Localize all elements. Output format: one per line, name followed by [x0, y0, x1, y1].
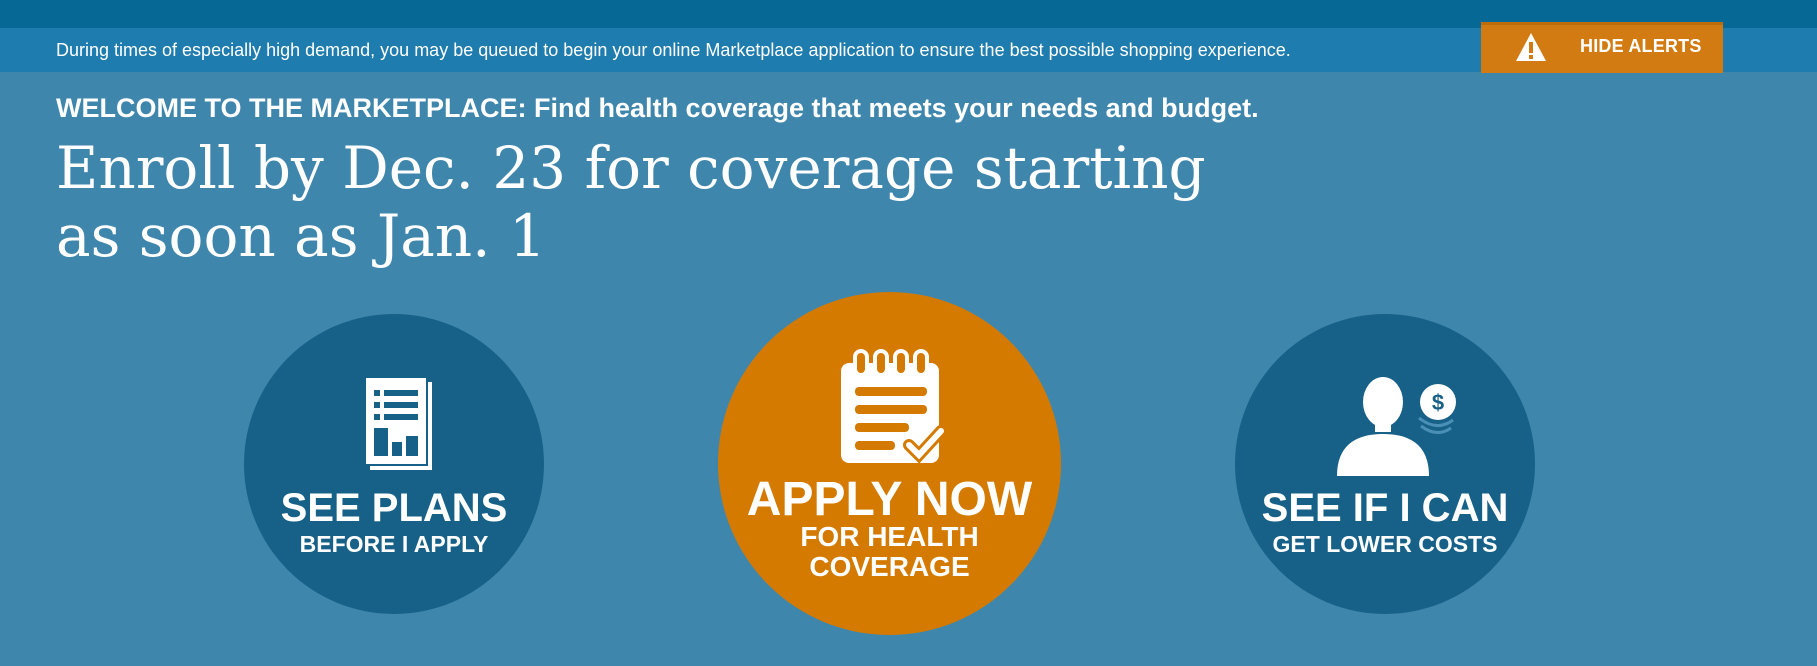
lower-costs-title: SEE IF I CAN	[1261, 486, 1509, 530]
apply-now-button[interactable]: APPLY NOW FOR HEALTH COVERAGE	[718, 292, 1061, 635]
hide-alerts-button[interactable]: HIDE ALERTS	[1481, 22, 1723, 73]
person-savings-icon: $	[1337, 377, 1456, 476]
welcome-heading: WELCOME TO THE MARKETPLACE: Find health …	[56, 93, 1259, 123]
see-plans-button[interactable]: SEE PLANS BEFORE I APPLY	[244, 314, 544, 614]
headline-line-1: Enroll by Dec. 23 for coverage starting	[56, 134, 1206, 202]
lower-costs-subtitle: GET LOWER COSTS	[1272, 531, 1498, 557]
application-checklist-icon	[841, 349, 947, 464]
svg-text:$: $	[1432, 390, 1444, 415]
plans-document-icon	[364, 376, 432, 470]
page-headline: Enroll by Dec. 23 for coverage starting …	[56, 134, 1296, 270]
apply-now-title: APPLY NOW	[746, 473, 1033, 526]
see-plans-title: SEE PLANS	[280, 486, 508, 530]
warning-icon	[1516, 33, 1546, 61]
headline-line-2: as soon as Jan. 1	[56, 202, 546, 270]
apply-now-subtitle: FOR HEALTH COVERAGE	[800, 521, 979, 582]
alert-message: During times of especially high demand, …	[56, 40, 1291, 60]
hide-alerts-label: HIDE ALERTS	[1580, 36, 1702, 56]
see-plans-subtitle: BEFORE I APPLY	[299, 531, 489, 557]
lower-costs-button[interactable]: $ SEE IF I CAN GET LOWER COSTS	[1235, 314, 1535, 614]
